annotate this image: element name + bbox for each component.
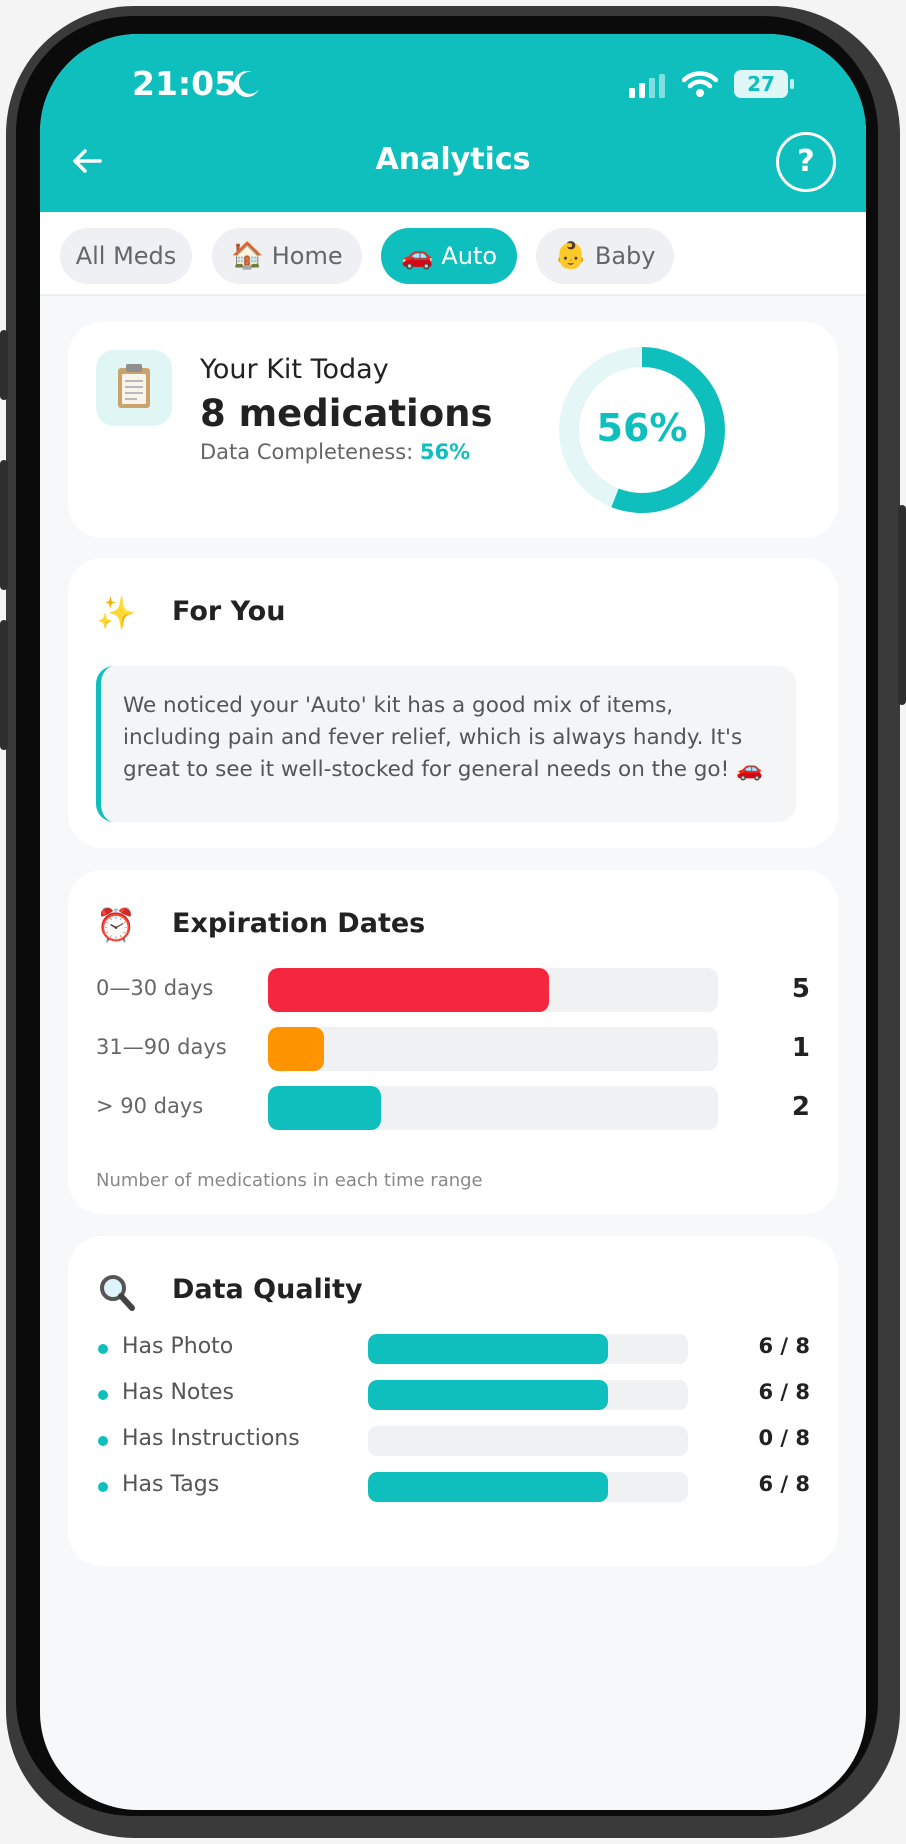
data-completeness: Data Completeness: 56% (200, 440, 470, 464)
expiration-card: ⏰ Expiration Dates 0—30 days 5 31—90 day… (68, 870, 838, 1214)
for-you-card: ✨ For You We noticed your 'Auto' kit has… (68, 558, 838, 848)
quality-row: Has Photo 6 / 8 (96, 1334, 810, 1364)
magnifier-icon (100, 1275, 135, 1311)
range-label: 0—30 days (96, 976, 214, 1000)
expiration-title: Expiration Dates (172, 908, 426, 939)
kit-filter-tabs: All Meds 🏠 Home 🚗 Auto 👶 Baby (40, 212, 866, 296)
volume-up-button (0, 460, 8, 590)
car-icon: 🚗 (400, 241, 434, 271)
baby-icon: 👶 (554, 241, 587, 271)
quality-label: Has Photo (122, 1334, 234, 1359)
signal-icon (629, 74, 665, 98)
quality-value: 6 / 8 (758, 1472, 810, 1496)
completeness-label: Data Completeness: (200, 440, 420, 464)
expiration-row: 0—30 days 5 (96, 968, 810, 1012)
status-time: 21:05 (132, 64, 238, 103)
tab-label: Baby (594, 242, 656, 270)
range-bar-track (268, 1086, 718, 1130)
quality-bar-fill (368, 1334, 608, 1364)
help-button[interactable]: ? (776, 132, 836, 192)
insight-text: We noticed your 'Auto' kit has a good mi… (96, 666, 796, 822)
quality-label: Has Instructions (122, 1426, 300, 1451)
quality-bar-track (368, 1334, 688, 1364)
tab-home[interactable]: 🏠 Home (212, 228, 362, 284)
house-icon: 🏠 (231, 241, 264, 271)
silent-switch (0, 330, 8, 400)
range-count: 5 (791, 974, 810, 1004)
kit-label: Your Kit Today (200, 354, 389, 385)
range-count: 2 (791, 1092, 810, 1122)
medication-count: 8 medications (200, 392, 493, 435)
completeness-value: 56% (419, 440, 471, 464)
quality-bar-fill (368, 1380, 608, 1410)
bullet-dot (98, 1436, 108, 1446)
range-bar-track (268, 1027, 718, 1071)
tab-baby[interactable]: 👶 Baby (536, 228, 674, 284)
expiration-row: 31—90 days 1 (96, 1027, 810, 1071)
volume-down-button (0, 620, 8, 750)
bullet-dot (98, 1482, 108, 1492)
app-screen: 21:05 27 Analytics ? All Meds 🏠 Home 🚗 A… (40, 34, 866, 1810)
data-quality-title: Data Quality (172, 1274, 363, 1305)
range-bar-fill (268, 1027, 325, 1071)
tab-auto[interactable]: 🚗 Auto (381, 228, 517, 284)
completeness-percent: 56% (596, 406, 688, 450)
quality-bar-fill (368, 1472, 608, 1502)
kit-summary-card: Your Kit Today 8 medications Data Comple… (68, 322, 838, 538)
range-bar-fill (268, 1086, 381, 1130)
quality-value: 0 / 8 (758, 1426, 810, 1450)
quality-row: Has Tags 6 / 8 (96, 1472, 810, 1502)
tab-label: Home (271, 242, 343, 270)
range-label: 31—90 days (96, 1035, 227, 1059)
bullet-dot (98, 1344, 108, 1354)
quality-row: Has Instructions 0 / 8 (96, 1426, 810, 1456)
data-quality-card: Data Quality Has Photo 6 / 8 Has Notes 6… (68, 1236, 838, 1566)
expiration-note: Number of medications in each time range (96, 1170, 483, 1191)
moon-icon (234, 71, 259, 97)
quality-label: Has Tags (122, 1472, 220, 1497)
wifi-icon (682, 71, 718, 97)
expiration-row: > 90 days 2 (96, 1086, 810, 1130)
quality-bar-track (368, 1472, 688, 1502)
range-label: > 90 days (96, 1094, 204, 1118)
for-you-title: For You (172, 596, 286, 627)
app-header: 21:05 27 Analytics ? (40, 34, 866, 212)
quality-bar-track (368, 1380, 688, 1410)
bullet-dot (98, 1390, 108, 1400)
tab-label: All Meds (75, 242, 177, 270)
quality-bar-track (368, 1426, 688, 1456)
quality-value: 6 / 8 (758, 1380, 810, 1404)
range-bar-track (268, 968, 718, 1012)
battery-icon: 27 (734, 70, 794, 98)
quality-value: 6 / 8 (758, 1334, 810, 1358)
sparkles-icon: ✨ (96, 594, 136, 632)
range-bar-fill (268, 968, 550, 1012)
tab-all-meds[interactable]: All Meds (60, 228, 192, 284)
quality-row: Has Notes 6 / 8 (96, 1380, 810, 1410)
clipboard-icon (96, 350, 172, 426)
tab-label: Auto (441, 242, 498, 270)
page-title: Analytics (375, 142, 531, 177)
range-count: 1 (791, 1033, 810, 1063)
power-button (898, 505, 906, 705)
quality-label: Has Notes (122, 1380, 235, 1405)
alarm-clock-icon: ⏰ (96, 906, 136, 944)
